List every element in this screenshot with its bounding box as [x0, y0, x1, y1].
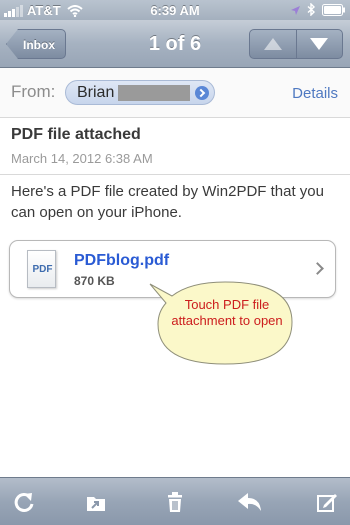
status-bar: AT&T 6:39 AM	[0, 0, 350, 20]
refresh-button[interactable]	[10, 488, 38, 516]
compose-icon	[317, 494, 337, 512]
chevron-right-icon	[195, 86, 209, 100]
message-date: March 14, 2012 6:38 AM	[11, 151, 153, 166]
message-position-title: 1 of 6	[148, 33, 202, 55]
delete-button[interactable]	[161, 488, 189, 516]
redacted-surname-bar	[118, 85, 190, 101]
inbox-back-button[interactable]: Inbox	[6, 29, 66, 59]
next-message-button[interactable]	[295, 30, 343, 58]
bottom-toolbar	[0, 477, 350, 525]
sender-name: Brian	[77, 84, 115, 101]
trash-icon	[168, 492, 182, 512]
from-label: From:	[11, 82, 56, 101]
bluetooth-icon	[307, 2, 316, 19]
sender-contact-pill[interactable]: Brian	[65, 80, 215, 105]
reply-button[interactable]	[236, 488, 264, 516]
up-arrow-icon	[263, 38, 282, 50]
details-link[interactable]: Details	[292, 85, 338, 102]
message-body: Here's a PDF file created by Win2PDF tha…	[11, 183, 324, 221]
message-navigation-control	[249, 29, 343, 59]
pdf-file-icon: PDF	[27, 250, 56, 288]
annotation-callout: Touch PDF file attachment to open	[130, 270, 300, 370]
subject-block: PDF file attached March 14, 2012 6:38 AM	[0, 118, 350, 175]
move-to-folder-icon	[87, 497, 105, 511]
previous-message-button[interactable]	[250, 30, 296, 58]
move-to-folder-button[interactable]	[82, 488, 110, 516]
location-icon	[290, 4, 301, 19]
attachment-file-size: 870 KB	[74, 274, 115, 288]
battery-icon	[322, 3, 346, 19]
chevron-right-icon	[311, 262, 324, 275]
callout-text: Touch PDF file attachment to open	[171, 297, 283, 328]
navigation-bar: Inbox 1 of 6	[0, 20, 350, 68]
reply-icon	[238, 493, 261, 511]
compose-button[interactable]	[313, 488, 341, 516]
status-right	[284, 2, 346, 19]
from-row: From: Brian Details	[0, 68, 350, 118]
refresh-icon	[14, 492, 34, 512]
message-subject: PDF file attached	[11, 126, 141, 143]
attachment-file-name: PDFblog.pdf	[74, 252, 170, 269]
pdf-icon-label: PDF	[32, 264, 53, 275]
down-arrow-icon	[310, 38, 329, 50]
